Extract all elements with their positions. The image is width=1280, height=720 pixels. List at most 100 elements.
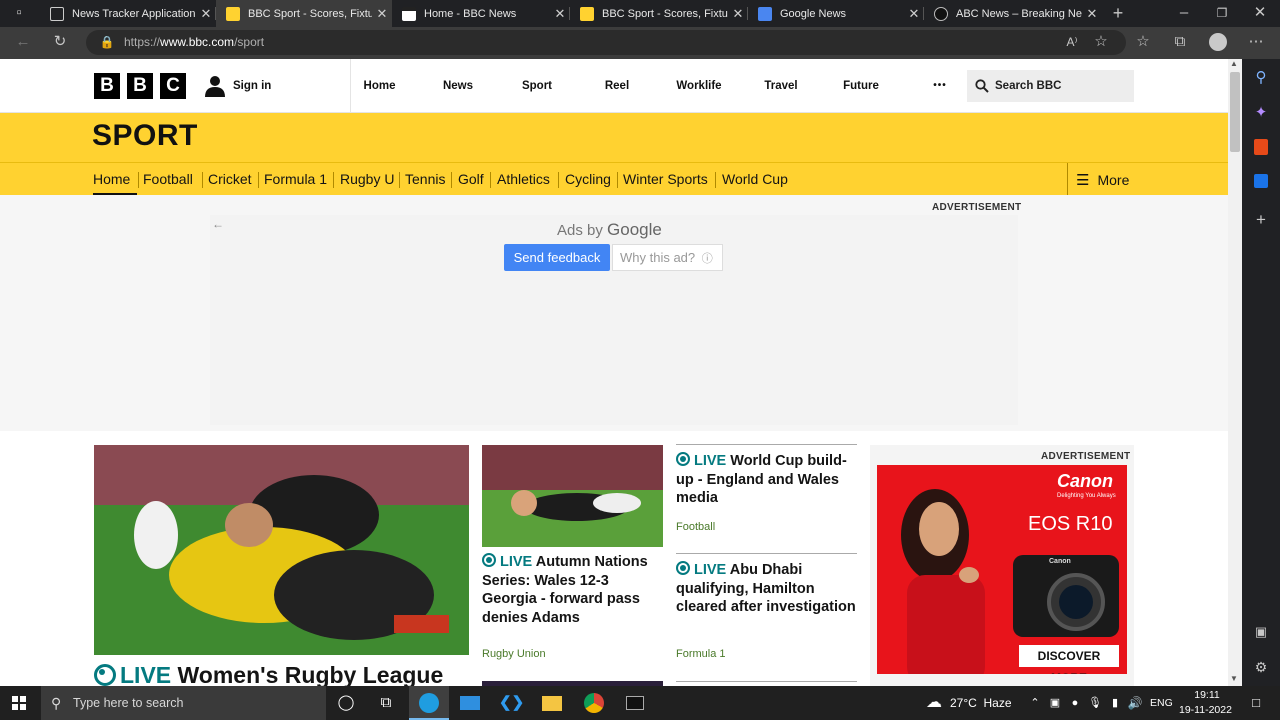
search-placeholder: Search BBC [995,80,1062,92]
signin-link[interactable]: Sign in [205,74,271,98]
scroll-down-arrow-icon[interactable]: ▼ [1230,674,1238,683]
subnav-rugby-union[interactable]: Rugby U [340,163,394,196]
search-bbc-input[interactable]: Search BBC [967,70,1134,102]
subnav-world-cup[interactable]: World Cup [722,163,788,196]
vscode-icon[interactable]: ❮❯ [499,691,524,715]
task-view-icon[interactable]: ⧉ [374,691,398,715]
nav-reel[interactable]: Reel [578,59,656,113]
read-aloud-icon[interactable]: A⁾ [1061,32,1083,52]
subnav-football[interactable]: Football [143,163,193,196]
scroll-up-arrow-icon[interactable]: ▲ [1230,59,1238,68]
outlook-icon[interactable] [1254,174,1268,188]
page-scrollbar[interactable]: ▲ ▼ [1228,59,1242,686]
story-tag-football[interactable]: Football [676,521,715,533]
close-tab-icon[interactable]: ✕ [196,6,216,22]
third-story-headline[interactable]: LIVE World Cup build-up - England and Wa… [676,452,858,508]
sport-title[interactable]: SPORT [92,119,198,153]
info-icon: ⓘ [701,253,713,265]
add-sidebar-app-icon[interactable]: + [1250,210,1272,230]
close-tab-icon[interactable]: ✕ [550,6,570,22]
close-tab-icon[interactable]: ✕ [904,6,924,22]
story-tag-rugby-union[interactable]: Rugby Union [482,648,546,660]
more-menu-button[interactable]: ☰ More [1067,163,1133,196]
tab-bbc-news[interactable]: Home - BBC News ✕ [392,0,570,27]
sidebar-settings-icon[interactable]: ⚙ [1250,657,1272,677]
second-story-headline[interactable]: LIVE Autumn Nations Series: Wales 12-3 G… [482,553,662,627]
clock-time[interactable]: 19:11 [1192,689,1222,701]
bbc-news-favicon-icon [402,6,416,21]
back-icon[interactable]: ← [12,32,34,52]
subnav-cricket[interactable]: Cricket [208,163,252,196]
close-tab-icon[interactable]: ✕ [1082,6,1102,22]
settings-menu-icon[interactable]: ⋯ [1245,32,1267,52]
split-screen-icon[interactable]: ▣ [1250,622,1272,642]
terminal-icon[interactable] [626,696,644,710]
discover-more-button[interactable]: DISCOVER MORE [1019,645,1119,674]
discover-icon[interactable]: ✦ [1250,103,1272,123]
chrome-icon[interactable] [584,693,604,713]
tab-news-tracker[interactable]: News Tracker Application ✕ [40,0,216,27]
bbc-logo-c[interactable]: C [160,73,186,99]
cortana-icon[interactable]: ◯ [334,691,358,715]
live-label: LIVE [120,662,172,688]
bbc-logo-b2[interactable]: B [127,73,153,99]
bbc-logo-b1[interactable]: B [94,73,120,99]
why-this-ad-button[interactable]: Why this ad? ⓘ [612,244,723,271]
story-tag-formula1[interactable]: Formula 1 [676,648,726,660]
file-explorer-icon[interactable] [542,696,562,711]
subnav-winter-sports[interactable]: Winter Sports [623,163,708,196]
collections-icon[interactable]: ⧉ [1169,32,1191,52]
nav-sport[interactable]: Sport [498,59,576,113]
close-tab-icon[interactable]: ✕ [728,6,748,22]
url-path: /sport [234,35,265,49]
close-tab-icon[interactable]: ✕ [372,6,392,22]
mail-icon[interactable] [460,696,480,710]
nav-future[interactable]: Future [822,59,900,113]
favorites-icon[interactable]: ☆ [1132,32,1154,52]
subnav-golf[interactable]: Golf [458,163,484,196]
send-feedback-button[interactable]: Send feedback [504,244,610,271]
subnav-formula1[interactable]: Formula 1 [264,163,327,196]
add-favorite-icon[interactable]: ☆ [1090,32,1112,52]
new-tab-button[interactable]: + [1107,3,1129,23]
maximize-icon[interactable]: ❐ [1211,3,1233,23]
tab-abc-news[interactable]: ABC News – Breaking News ✕ [924,0,1102,27]
search-icon[interactable]: ⚲ [1250,68,1272,88]
weather-icon[interactable]: ☁ [922,691,946,715]
taskbar-search-input[interactable]: ⚲ Type here to search [41,686,326,720]
nav-travel[interactable]: Travel [742,59,820,113]
subnav-athletics[interactable]: Athletics [497,163,550,196]
ad-back-arrow-icon[interactable]: ← [212,217,224,231]
tab-bbc-sport[interactable]: BBC Sport - Scores, Fixtures ✕ [570,0,748,27]
nav-worklife[interactable]: Worklife [658,59,740,113]
address-bar[interactable]: 🔒 https://www.bbc.com/sport A⁾ ☆ [86,30,1126,55]
tab-actions-icon[interactable]: ▫ [8,3,30,23]
refresh-icon[interactable]: ↻ [49,32,71,52]
nav-home[interactable]: Home [350,59,408,113]
nav-news[interactable]: News [418,59,498,113]
subnav-tennis[interactable]: Tennis [405,163,445,196]
office-icon[interactable] [1254,139,1268,155]
tab-google-news[interactable]: Google News ✕ [748,0,924,27]
edge-taskbar-icon[interactable] [409,686,449,720]
main-story-image[interactable] [94,445,469,655]
divider [676,553,857,554]
canon-ad[interactable]: Canon Delighting You Always EOS R10 Cano… [877,465,1127,674]
main-story-headline[interactable]: LIVE Women's Rugby League [94,661,443,689]
volume-icon[interactable]: 🔊 [1123,691,1147,715]
tab-bbc-sport-active[interactable]: BBC Sport - Scores, Fixtures ✕ [216,0,392,27]
clock-date[interactable]: 19-11-2022 [1179,704,1232,716]
fourth-story-headline[interactable]: LIVE Abu Dhabi qualifying, Hamilton clea… [676,561,858,617]
close-window-icon[interactable]: ✕ [1249,3,1271,23]
windows-start-icon[interactable] [12,696,26,710]
scrollbar-thumb[interactable] [1230,72,1240,152]
second-story-image[interactable] [482,445,663,547]
profile-avatar[interactable] [1209,33,1227,51]
notifications-icon[interactable]: □ [1244,691,1268,715]
minimize-icon[interactable]: – [1173,3,1195,23]
language-indicator[interactable]: ENG [1150,697,1173,709]
nav-more-icon[interactable]: ••• [910,59,970,113]
subnav-cycling[interactable]: Cycling [565,163,611,196]
subnav-home[interactable]: Home [93,163,137,196]
weather-text[interactable]: 27°C Haze [950,696,1012,710]
